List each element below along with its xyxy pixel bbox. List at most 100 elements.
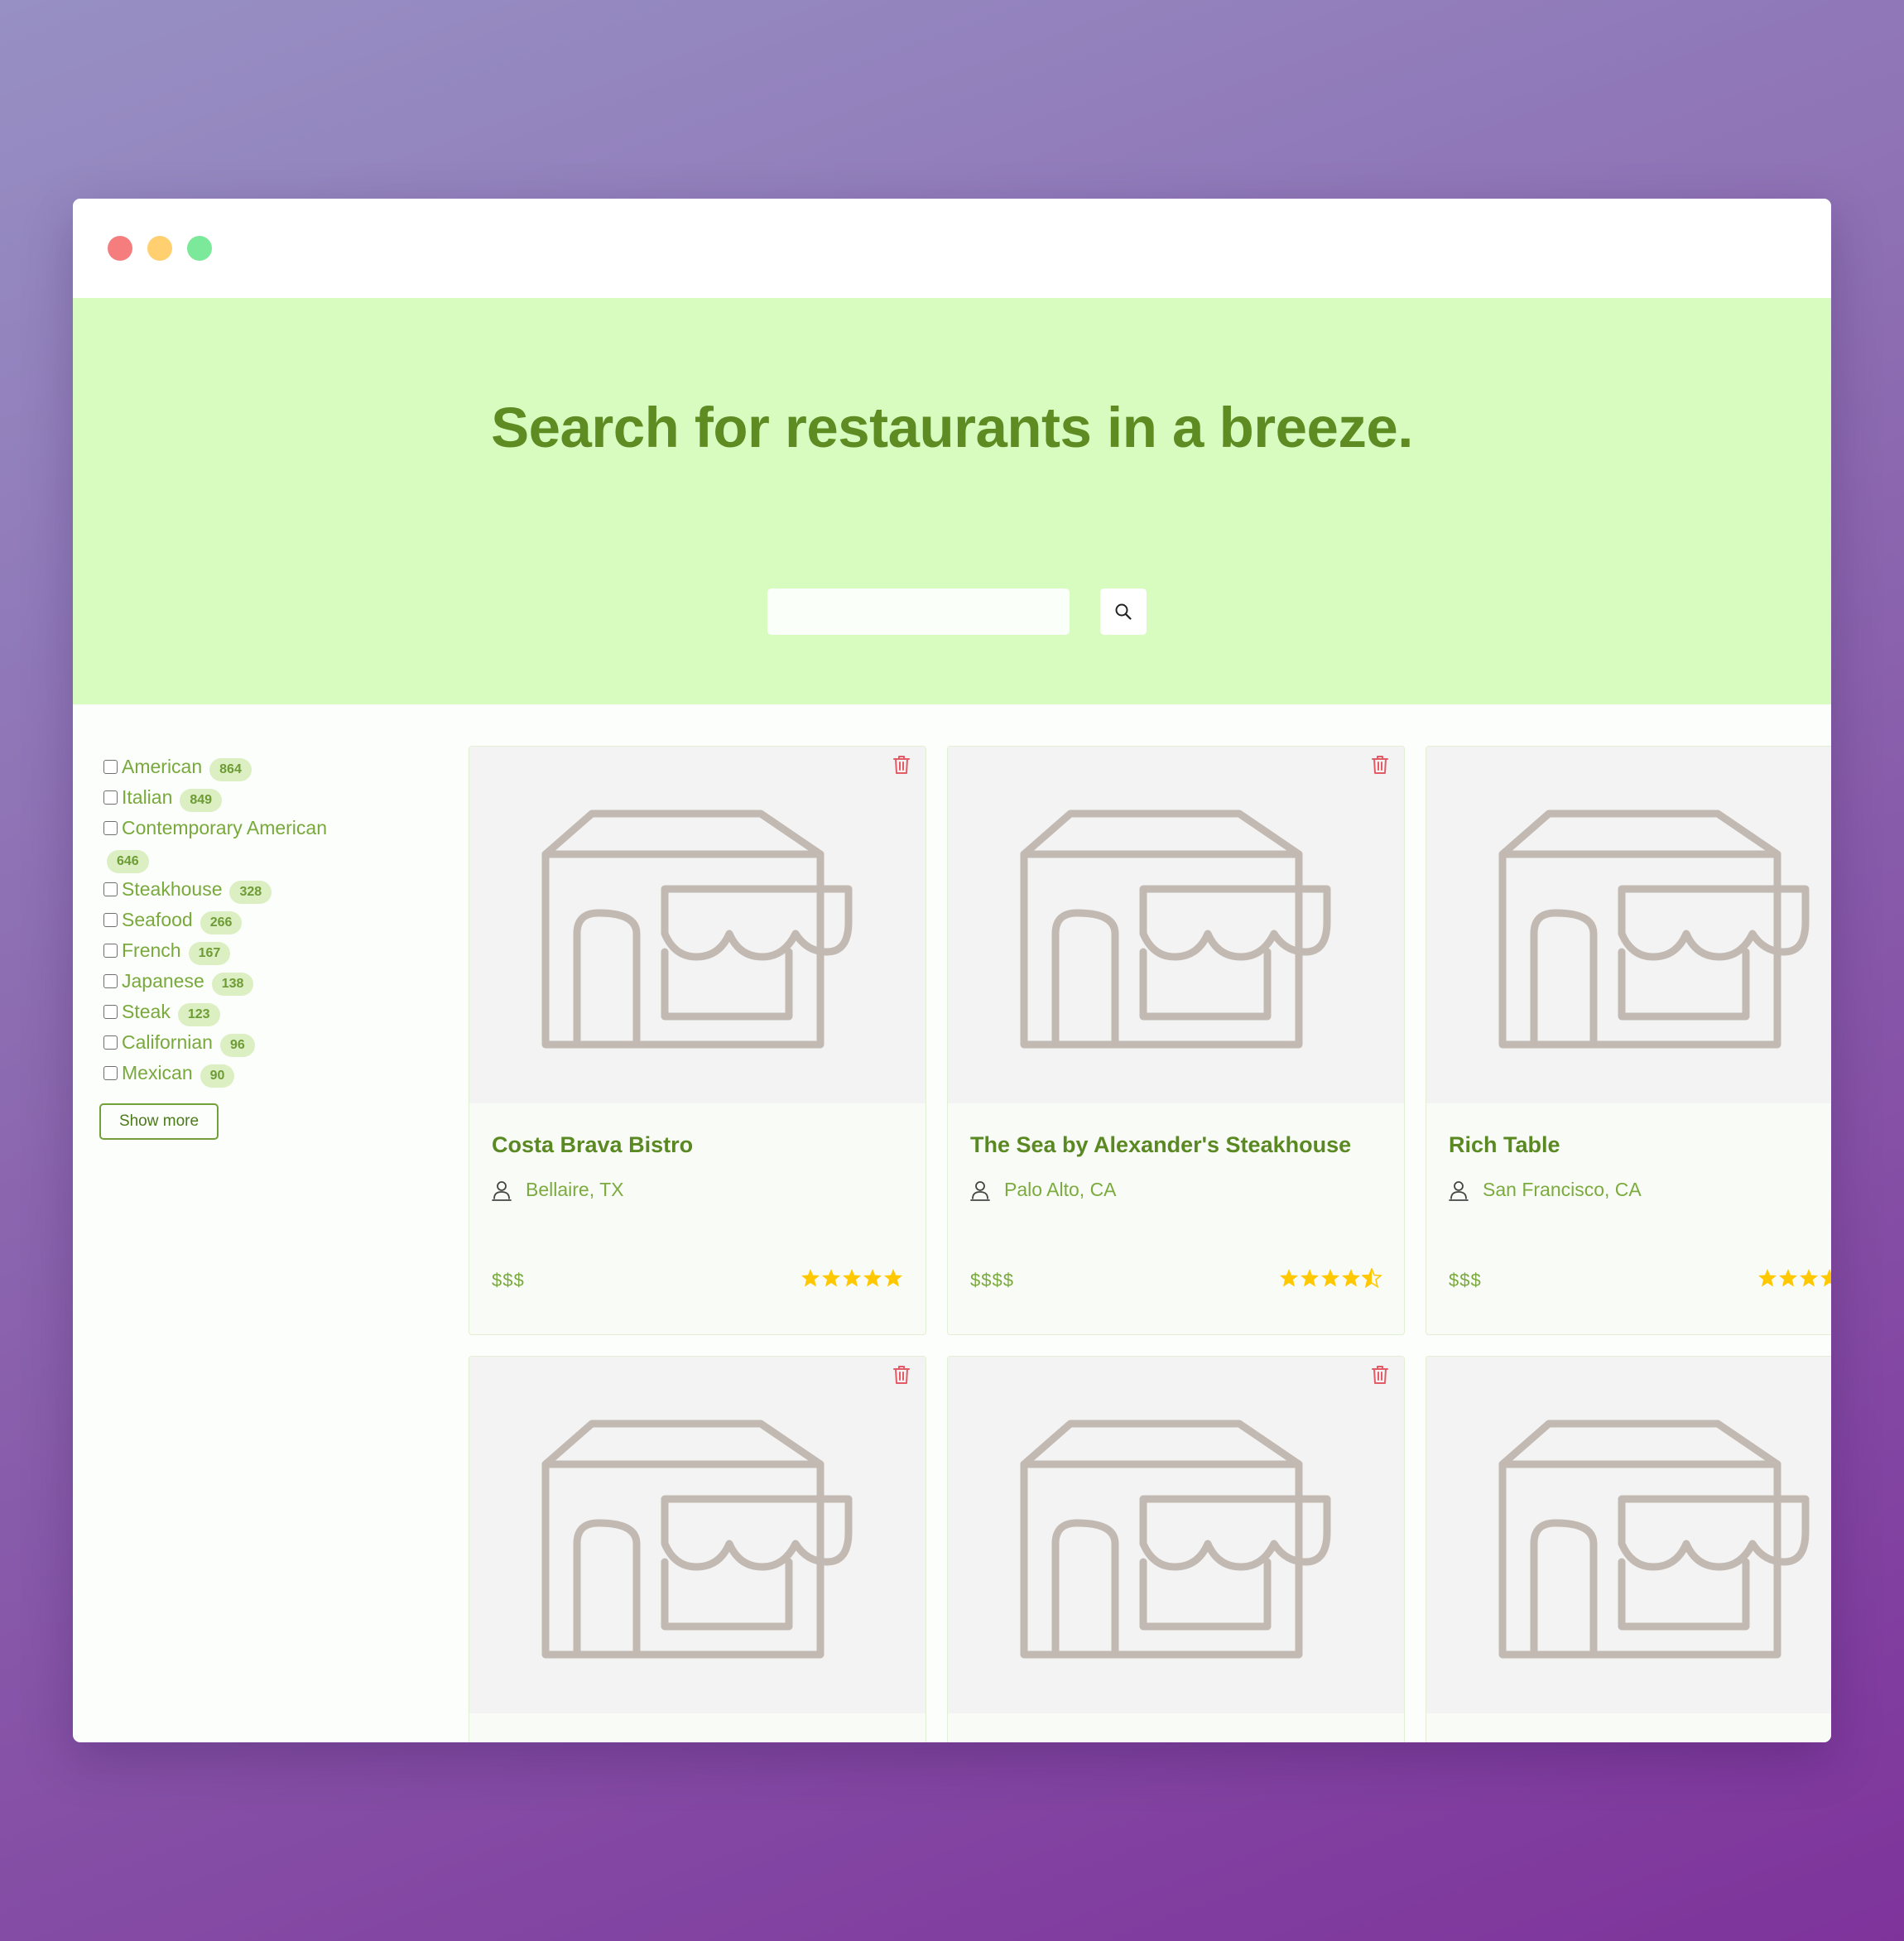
search-input[interactable] xyxy=(767,589,1070,635)
facet-label: American xyxy=(122,756,203,777)
facet-label: Contemporary American xyxy=(122,817,327,838)
maximize-window-button[interactable] xyxy=(187,236,212,261)
facet-label: Japanese xyxy=(122,970,204,992)
facet-label: Seafood xyxy=(122,909,193,930)
close-window-button[interactable] xyxy=(108,236,132,261)
facet-checkbox[interactable] xyxy=(103,913,118,927)
star-icon xyxy=(801,1269,820,1287)
star-icon xyxy=(1779,1269,1797,1287)
restaurant-card[interactable] xyxy=(1426,1356,1831,1742)
trash-icon xyxy=(1372,1366,1388,1384)
star-icon xyxy=(843,1269,861,1287)
restaurant-image xyxy=(948,747,1404,1103)
restaurant-card[interactable]: Rich Table San Francisco, CA $$$ xyxy=(1426,746,1831,1335)
restaurant-card[interactable] xyxy=(469,1356,926,1742)
facet-count-badge: 90 xyxy=(200,1064,235,1088)
storefront-icon xyxy=(1020,1420,1331,1659)
storefront-icon xyxy=(541,810,853,1049)
restaurant-name[interactable]: Rich Table xyxy=(1449,1132,1560,1158)
facet-item[interactable]: Seafood 266 xyxy=(99,905,348,935)
facet-count-badge: 167 xyxy=(188,942,231,965)
star-icon xyxy=(1820,1269,1831,1287)
facet-checkbox[interactable] xyxy=(103,1005,118,1019)
facet-checkbox[interactable] xyxy=(103,821,118,835)
facet-item[interactable]: French 167 xyxy=(99,935,348,966)
browser-window: Search for restaurants in a breeze. Amer… xyxy=(73,199,1831,1742)
restaurant-card[interactable]: The Sea by Alexander's Steakhouse Palo Al… xyxy=(947,746,1405,1335)
storefront-icon xyxy=(1498,1420,1810,1659)
star-icon xyxy=(863,1269,882,1287)
facet-count-badge: 123 xyxy=(177,1003,220,1026)
facet-label: French xyxy=(122,939,181,961)
restaurant-image xyxy=(469,747,926,1103)
facet-count-badge: 96 xyxy=(219,1034,255,1057)
facet-checkbox[interactable] xyxy=(103,1035,118,1050)
star-icon xyxy=(1321,1269,1339,1287)
star-rating xyxy=(1757,1268,1831,1288)
title-bar xyxy=(73,199,1831,298)
facet-label: Steakhouse xyxy=(122,878,223,900)
star-icon xyxy=(1758,1269,1777,1287)
star-icon xyxy=(884,1269,902,1287)
facet-label: Mexican xyxy=(122,1062,193,1083)
facet-item[interactable]: Steakhouse 328 xyxy=(99,874,348,905)
star-icon xyxy=(1362,1268,1382,1288)
restaurant-image xyxy=(948,1357,1404,1713)
star-icon xyxy=(1800,1269,1818,1287)
user-pin-icon xyxy=(492,1180,512,1201)
trash-icon xyxy=(893,756,910,774)
storefront-icon xyxy=(1498,810,1810,1049)
storefront-icon xyxy=(1020,810,1331,1049)
facet-item[interactable]: American 864 xyxy=(99,752,348,782)
facet-item[interactable]: Japanese 138 xyxy=(99,966,348,997)
facet-item[interactable]: Mexican 90 xyxy=(99,1058,348,1088)
facet-checkbox[interactable] xyxy=(103,790,118,805)
facet-item[interactable]: Californian 96 xyxy=(99,1027,348,1058)
restaurant-location: Palo Alto, CA xyxy=(970,1179,1117,1201)
delete-button[interactable] xyxy=(1372,1365,1393,1388)
price-level: $$$$ xyxy=(970,1270,1014,1290)
restaurant-location: San Francisco, CA xyxy=(1449,1179,1642,1201)
star-rating xyxy=(1278,1268,1382,1288)
facet-checkbox[interactable] xyxy=(103,882,118,896)
show-more-button[interactable]: Show more xyxy=(99,1103,219,1140)
facet-item[interactable]: Steak 123 xyxy=(99,997,348,1027)
facet-count-badge: 849 xyxy=(180,789,223,812)
cuisine-filter-list: American 864 Italian 849 Contemporary Americ… xyxy=(99,752,348,1140)
user-pin-icon xyxy=(1449,1180,1469,1201)
price-level: $$$ xyxy=(492,1270,525,1290)
minimize-window-button[interactable] xyxy=(147,236,172,261)
storefront-icon xyxy=(541,1420,853,1659)
facet-item[interactable]: Italian 849 xyxy=(99,782,348,813)
star-icon xyxy=(1280,1269,1298,1287)
restaurant-image xyxy=(1426,747,1831,1103)
facet-count-badge: 646 xyxy=(107,850,149,873)
location-text: San Francisco, CA xyxy=(1483,1179,1642,1200)
facet-checkbox[interactable] xyxy=(103,760,118,774)
facet-checkbox[interactable] xyxy=(103,944,118,958)
star-icon xyxy=(1342,1269,1360,1287)
restaurant-image xyxy=(469,1357,926,1713)
hero-banner: Search for restaurants in a breeze. xyxy=(73,298,1831,704)
delete-button[interactable] xyxy=(1372,755,1393,778)
facet-checkbox[interactable] xyxy=(103,1066,118,1080)
price-level: $$$ xyxy=(1449,1270,1482,1290)
restaurant-location: Bellaire, TX xyxy=(492,1179,623,1201)
page-title: Search for restaurants in a breeze. xyxy=(491,396,1413,459)
search-button[interactable] xyxy=(1100,589,1147,635)
trash-icon xyxy=(893,1366,910,1384)
restaurant-card[interactable] xyxy=(947,1356,1405,1742)
user-pin-icon xyxy=(970,1180,990,1201)
trash-icon xyxy=(1372,756,1388,774)
facet-item[interactable]: Contemporary American 646 xyxy=(99,813,348,874)
facet-label: Steak xyxy=(122,1001,171,1022)
star-icon xyxy=(1301,1269,1319,1287)
delete-button[interactable] xyxy=(893,1365,915,1388)
facet-count-badge: 138 xyxy=(211,973,254,996)
restaurant-name[interactable]: The Sea by Alexander's Steakhouse xyxy=(970,1132,1351,1158)
restaurant-name[interactable]: Costa Brava Bistro xyxy=(492,1132,693,1158)
delete-button[interactable] xyxy=(893,755,915,778)
facet-checkbox[interactable] xyxy=(103,974,118,988)
restaurant-card[interactable]: Costa Brava Bistro Bellaire, TX $$$ xyxy=(469,746,926,1335)
restaurant-image xyxy=(1426,1357,1831,1713)
